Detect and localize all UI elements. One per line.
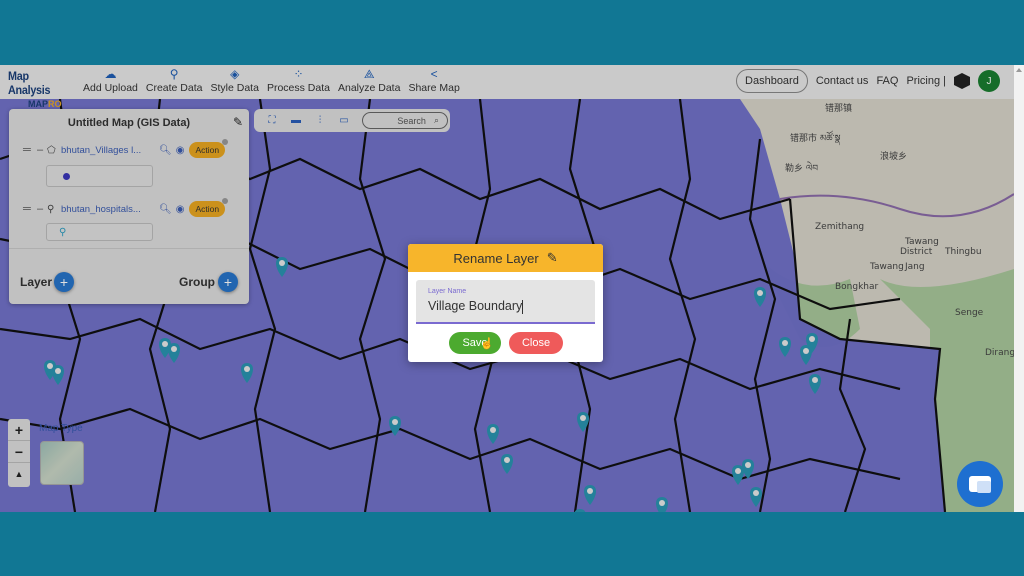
fullscreen-icon[interactable]: ⛶: [260, 115, 284, 126]
reset-north-button[interactable]: ▲: [8, 463, 30, 485]
contact-link[interactable]: Contact us: [816, 75, 869, 87]
browser-frame: 错那镇 错那市 མཚོ་སྣ 浪坡乡 勒乡 ལེབ Zemithang Tawang Dis…: [0, 65, 1024, 512]
group-label: Group: [179, 275, 215, 289]
dialog-header: Rename Layer ✎: [408, 244, 603, 272]
cube-icon[interactable]: [954, 73, 970, 89]
zoom-out-button[interactable]: −: [8, 441, 30, 463]
main-nav: ☁ Add Upload ⚲ Create Data ◈ Style Data ⁘ Pr…: [80, 67, 465, 94]
cloud-upload-icon: ☁: [104, 67, 117, 81]
process-icon: ⁘: [293, 67, 304, 81]
nav-add-upload[interactable]: ☁ Add Upload: [80, 67, 141, 94]
nav-process-data[interactable]: ⁘ Process Data: [264, 67, 333, 94]
map-place-label: 浪坡乡: [880, 150, 907, 162]
zoom-in-button[interactable]: +: [8, 419, 30, 441]
remove-dot-icon[interactable]: [222, 198, 229, 204]
pencil-icon: ✎: [546, 250, 558, 265]
drag-handle-icon[interactable]: ═: [23, 203, 37, 215]
layer-name[interactable]: bhutan_Villages l...: [61, 145, 153, 156]
layer-legend: [46, 165, 153, 187]
field-label: Layer Name: [428, 288, 467, 295]
field-value[interactable]: Village Boundary: [428, 299, 524, 314]
layer-name-input[interactable]: Layer Name Village Boundary: [416, 280, 595, 324]
map-title: Untitled Map (GIS Data): [67, 117, 191, 129]
scrollbar[interactable]: [1014, 65, 1024, 512]
faq-link[interactable]: FAQ: [876, 75, 898, 87]
divider: [9, 248, 249, 249]
map-place-label: Jang: [904, 262, 925, 272]
add-layer-button[interactable]: +: [54, 272, 74, 292]
brand-logo[interactable]: Map Analysis MAPRO: [8, 69, 78, 109]
measure-icon[interactable]: ⫶: [308, 115, 332, 126]
chat-button[interactable]: [957, 461, 1003, 507]
avatar[interactable]: J: [978, 70, 1000, 92]
map-place-label: 错那镇: [825, 102, 852, 114]
rename-layer-dialog: Rename Layer ✎ Layer Name Village Bounda…: [408, 244, 603, 362]
collapse-icon[interactable]: –: [37, 203, 47, 215]
location-pin-icon: ⚲: [169, 67, 179, 81]
hospital-marker[interactable]: [656, 497, 668, 512]
hand-cursor-icon: ☝: [480, 338, 494, 350]
search-button[interactable]: Search ⌕: [362, 112, 448, 129]
map-place-label: Tawang: [904, 237, 939, 247]
visibility-eye-icon[interactable]: ◉: [176, 204, 185, 215]
brand-subtitle: MAPRO: [28, 99, 62, 109]
chat-icon: [969, 476, 991, 493]
share-icon: <: [430, 67, 438, 81]
dashboard-button[interactable]: Dashboard: [736, 69, 808, 93]
nav-style-data[interactable]: ◈ Style Data: [208, 67, 262, 94]
map-toolbar: ⛶ ▬ ⫶ ▭ Search ⌕: [254, 109, 450, 132]
app-header: Map Analysis MAPRO ☁ Add Upload ⚲ Create D…: [0, 65, 1014, 109]
layer-panel: Untitled Map (GIS Data) ✎ ═ – ⬠ bhutan_V…: [9, 109, 249, 304]
map-place-label: Zemithang: [815, 222, 864, 232]
visibility-eye-icon[interactable]: ◉: [176, 145, 185, 156]
brand-title: Map Analysis: [8, 69, 51, 97]
search-icon: ⌕: [433, 115, 439, 125]
remove-dot-icon[interactable]: [222, 139, 229, 145]
panel-footer: Layer + Group +: [9, 269, 249, 299]
map-place-label: Bongkhar: [835, 282, 879, 292]
close-button[interactable]: Close: [509, 332, 563, 354]
screen-icon[interactable]: ▭: [332, 115, 356, 126]
polygon-icon: ⬠: [47, 144, 56, 156]
collapse-icon[interactable]: –: [37, 144, 47, 156]
paint-bucket-icon: ◈: [230, 67, 240, 81]
pricing-link[interactable]: Pricing |: [906, 75, 946, 87]
layer-row[interactable]: ═ – ⚲ bhutan_hospitals... 🔍︎ ◉ Action: [23, 198, 243, 218]
action-button[interactable]: Action: [189, 198, 229, 217]
nav-create-data[interactable]: ⚲ Create Data: [143, 67, 206, 94]
map-place-label: Thingbu: [944, 247, 982, 257]
map-place-label: Dirang: [985, 348, 1014, 358]
map-type-label: Map Type: [39, 423, 83, 434]
scroll-up-icon: [1016, 68, 1022, 72]
map-place-label: District: [900, 247, 933, 257]
layer-name[interactable]: bhutan_hospitals...: [61, 204, 153, 215]
action-button[interactable]: Action: [189, 139, 229, 158]
point-dot-icon: [63, 173, 70, 180]
pin-icon: ⚲: [47, 203, 55, 215]
layer-label: Layer: [20, 275, 53, 289]
edit-pencil-icon[interactable]: ✎: [233, 115, 243, 129]
add-group-button[interactable]: +: [218, 272, 238, 292]
zoom-controls: + − ▲: [8, 419, 30, 487]
print-icon[interactable]: ▬: [284, 115, 308, 126]
map-place-label: Senge: [955, 308, 984, 318]
nav-share-map[interactable]: < Share Map: [405, 67, 462, 94]
layer-row[interactable]: ═ – ⬠ bhutan_Villages l... 🔍︎ ◉ Action: [23, 139, 243, 159]
analyze-icon: ⟁: [363, 67, 375, 81]
right-nav: Dashboard Contact us FAQ Pricing | J: [736, 69, 1000, 93]
map-place-label: Tawang: [869, 262, 904, 272]
drag-handle-icon[interactable]: ═: [23, 144, 37, 156]
nav-analyze-data[interactable]: ⟁ Analyze Data: [335, 67, 403, 94]
layer-legend: ⚲: [46, 223, 153, 241]
dialog-title: Rename Layer: [453, 250, 539, 266]
map-type-thumbnail[interactable]: [40, 441, 84, 485]
zoom-to-layer-icon[interactable]: 🔍︎: [159, 204, 172, 215]
pin-icon: ⚲: [59, 227, 67, 238]
zoom-to-layer-icon[interactable]: 🔍︎: [159, 145, 172, 156]
